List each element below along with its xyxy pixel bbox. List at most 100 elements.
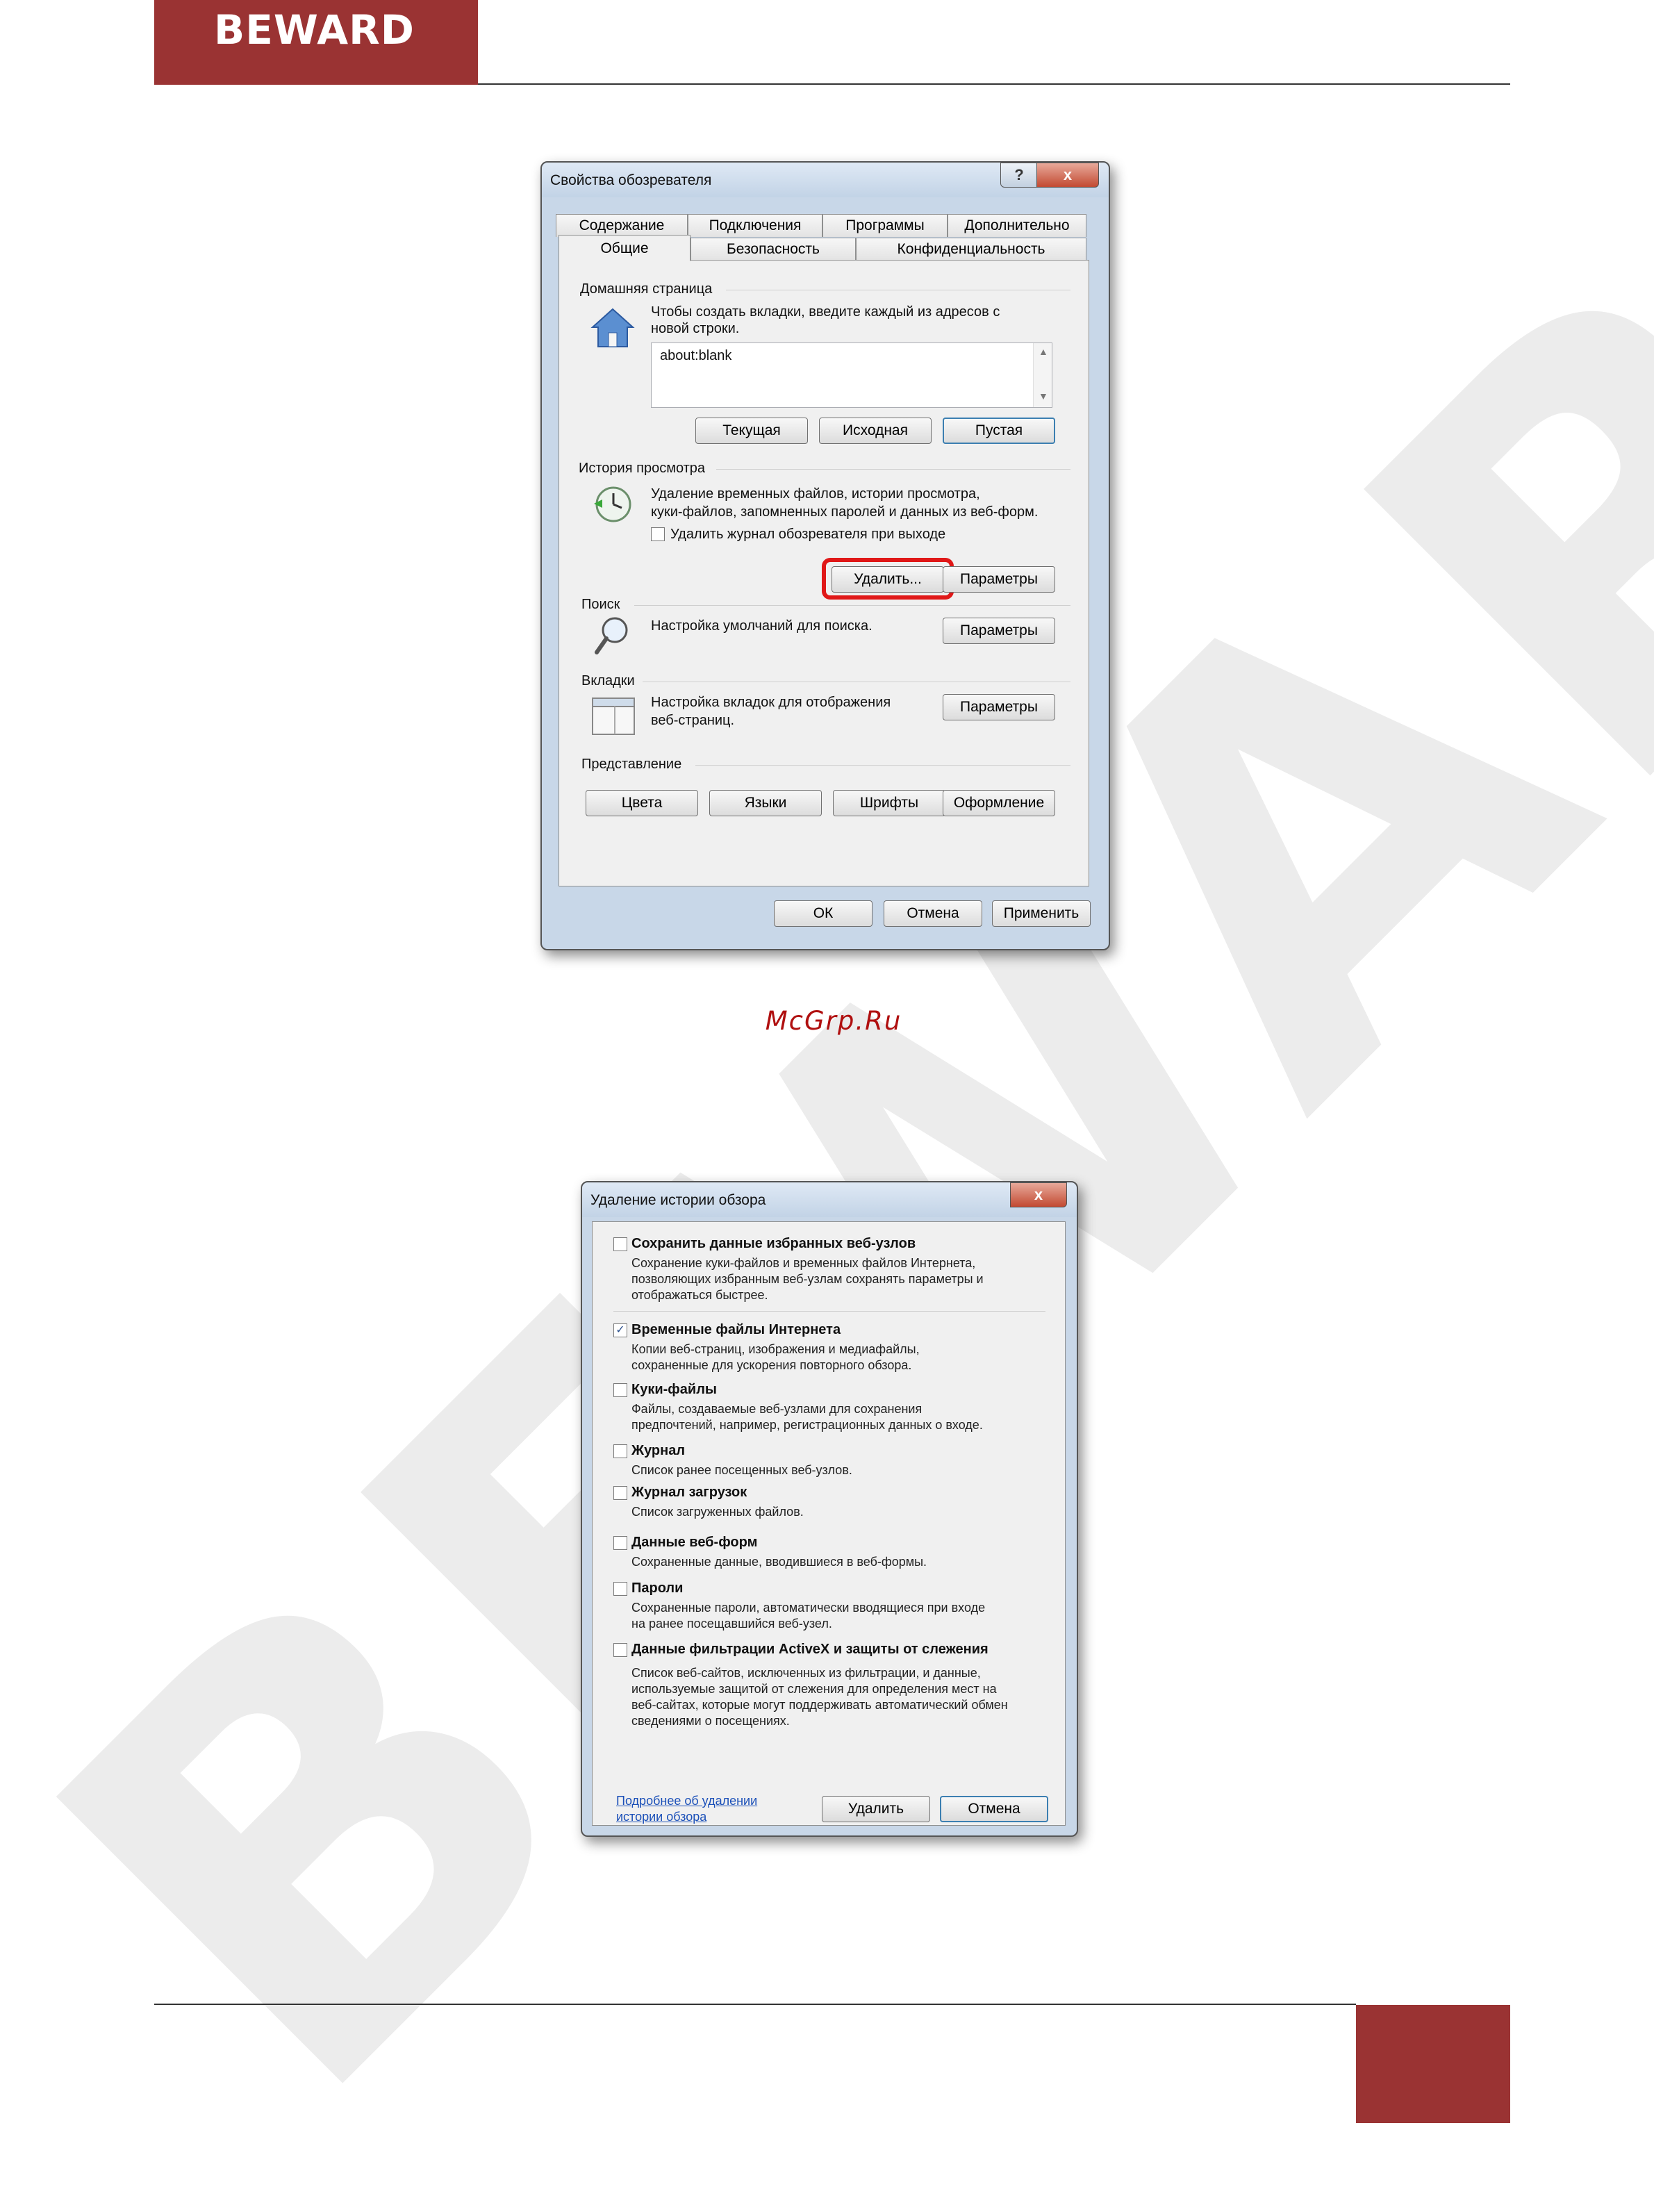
- appearance-section-label: Представление: [581, 757, 682, 772]
- learn-more-link[interactable]: истории обзора: [616, 1809, 706, 1825]
- item-desc: Сохраненные пароли, автоматически вводящ…: [631, 1601, 986, 1615]
- tab-security[interactable]: Безопасность: [690, 238, 856, 261]
- tabs-desc-line1: Настройка вкладок для отображения: [651, 695, 891, 710]
- item-title: Данные фильтрации ActiveX и защиты от сл…: [631, 1642, 989, 1657]
- item-desc: Сохранение куки-файлов и временных файло…: [631, 1256, 976, 1270]
- history-checkbox[interactable]: [613, 1444, 627, 1458]
- delete-on-exit-label: Удалить журнал обозревателя при выходе: [670, 527, 946, 542]
- learn-more-link[interactable]: Подробнее об удалении: [616, 1793, 757, 1809]
- item-desc: Список ранее посещенных веб-узлов.: [631, 1463, 852, 1477]
- delete-history-dialog: Удаление истории обзора x Сохранить данн…: [581, 1181, 1078, 1837]
- close-button[interactable]: x: [1010, 1182, 1067, 1207]
- tab-connections[interactable]: Подключения: [688, 214, 822, 237]
- history-settings-button[interactable]: Параметры: [943, 566, 1055, 593]
- brand-logo: BEWARD: [214, 6, 415, 53]
- preserve-favorites-checkbox[interactable]: [613, 1237, 627, 1251]
- cookies-checkbox[interactable]: [613, 1383, 627, 1397]
- tab-privacy[interactable]: Конфиденциальность: [856, 238, 1086, 261]
- red-highlight-frame: [822, 558, 954, 600]
- page-number-block: [1356, 2005, 1510, 2123]
- item-title: Куки-файлы: [631, 1382, 717, 1397]
- item-desc: Список загруженных файлов.: [631, 1505, 804, 1519]
- search-desc: Настройка умолчаний для поиска.: [651, 618, 873, 634]
- tab-label: Содержание: [579, 217, 665, 233]
- home-section-label: Домашняя страница: [580, 281, 713, 297]
- divider: [613, 1311, 1045, 1312]
- close-icon: x: [1063, 166, 1073, 183]
- apply-button[interactable]: Применить: [992, 900, 1091, 927]
- use-current-button[interactable]: Текущая: [695, 418, 808, 444]
- search-section-label: Поиск: [581, 597, 620, 612]
- item-desc: используемые защитой от слежения для опр…: [631, 1682, 997, 1696]
- home-desc-line2: новой строки.: [651, 321, 740, 336]
- divider: [634, 605, 1070, 606]
- home-desc-line1: Чтобы создать вкладки, введите каждый из…: [651, 304, 1000, 320]
- tab-general[interactable]: Общие: [559, 235, 690, 261]
- history-desc-line2: куки-файлов, запомненных паролей и данны…: [651, 504, 1039, 520]
- close-icon: x: [1034, 1186, 1043, 1203]
- use-default-button[interactable]: Исходная: [819, 418, 932, 444]
- item-desc: Сохраненные данные, вводившиеся в веб-фо…: [631, 1555, 927, 1569]
- delete-on-exit-checkbox[interactable]: [651, 527, 665, 541]
- home-icon: [590, 308, 635, 347]
- item-desc: предпочтений, например, регистрационных …: [631, 1418, 983, 1432]
- tab-label: Программы: [845, 217, 925, 233]
- dialog-title: Удаление истории обзора: [590, 1192, 766, 1208]
- textarea-scrollbar[interactable]: ▲ ▼: [1033, 343, 1052, 407]
- divider: [695, 765, 1070, 766]
- item-desc: сведениями о посещениях.: [631, 1714, 790, 1728]
- close-button[interactable]: x: [1036, 163, 1099, 188]
- history-section-label: История просмотра: [579, 461, 706, 476]
- colors-button[interactable]: Цвета: [586, 790, 698, 816]
- ok-button[interactable]: ОК: [774, 900, 873, 927]
- titlebar[interactable]: Свойства обозревателя ? x: [542, 163, 1109, 197]
- item-desc: на ранее посещавшийся веб-узел.: [631, 1617, 832, 1631]
- item-title: Журнал: [631, 1443, 686, 1458]
- activex-tracking-checkbox[interactable]: [613, 1643, 627, 1657]
- cancel-button[interactable]: Отмена: [884, 900, 982, 927]
- tabs-desc-line2: веб-страниц.: [651, 713, 735, 728]
- item-title: Временные файлы Интернета: [631, 1322, 841, 1337]
- item-desc: Файлы, создаваемые веб-узлами для сохран…: [631, 1402, 923, 1416]
- item-title: Данные веб-форм: [631, 1535, 758, 1550]
- accessibility-button[interactable]: Оформление: [943, 790, 1055, 816]
- use-blank-button[interactable]: Пустая: [943, 418, 1055, 444]
- fonts-button[interactable]: Шрифты: [833, 790, 945, 816]
- languages-button[interactable]: Языки: [709, 790, 822, 816]
- item-desc: отображаться быстрее.: [631, 1288, 768, 1302]
- item-desc: Список веб-сайтов, исключенных из фильтр…: [631, 1666, 981, 1680]
- item-desc: позволяющих избранным веб-узлам сохранят…: [631, 1272, 984, 1286]
- footer-rule: [154, 2004, 1356, 2005]
- dialog-title: Свойства обозревателя: [550, 172, 712, 188]
- search-settings-button[interactable]: Параметры: [943, 618, 1055, 644]
- download-history-checkbox[interactable]: [613, 1486, 627, 1500]
- titlebar[interactable]: Удаление истории обзора x: [582, 1182, 1077, 1217]
- home-page-value: about:blank: [660, 348, 732, 363]
- tab-programs[interactable]: Программы: [822, 214, 948, 237]
- site-tag: McGrp.Ru: [765, 1006, 902, 1036]
- general-tab-panel: Домашняя страница Чтобы создать вкладки,…: [559, 260, 1089, 886]
- cancel-button[interactable]: Отмена: [940, 1796, 1048, 1822]
- tab-advanced[interactable]: Дополнительно: [948, 214, 1086, 237]
- delete-button[interactable]: Удалить: [822, 1796, 930, 1822]
- tabs-window-icon: [592, 698, 635, 735]
- history-desc-line1: Удаление временных файлов, истории просм…: [651, 486, 980, 502]
- item-title: Сохранить данные избранных веб-узлов: [631, 1236, 916, 1251]
- divider: [716, 469, 1070, 470]
- scroll-up-icon[interactable]: ▲: [1039, 346, 1048, 357]
- temp-files-checkbox[interactable]: ✓: [613, 1323, 627, 1337]
- delete-options-panel: Сохранить данные избранных веб-узлов Сох…: [592, 1221, 1066, 1826]
- item-title: Журнал загрузок: [631, 1485, 747, 1500]
- search-icon: [595, 617, 628, 654]
- passwords-checkbox[interactable]: [613, 1582, 627, 1596]
- tab-label: Подключения: [709, 217, 802, 233]
- header-rule: [478, 83, 1510, 85]
- tab-content[interactable]: Содержание: [556, 214, 688, 237]
- help-button[interactable]: ?: [1000, 163, 1038, 188]
- home-page-textarea[interactable]: about:blank ▲ ▼: [651, 342, 1052, 408]
- tabs-settings-button[interactable]: Параметры: [943, 694, 1055, 720]
- scroll-down-icon[interactable]: ▼: [1039, 390, 1048, 402]
- tab-label: Общие: [600, 240, 649, 256]
- tabs-section-label: Вкладки: [581, 673, 635, 688]
- form-data-checkbox[interactable]: [613, 1536, 627, 1550]
